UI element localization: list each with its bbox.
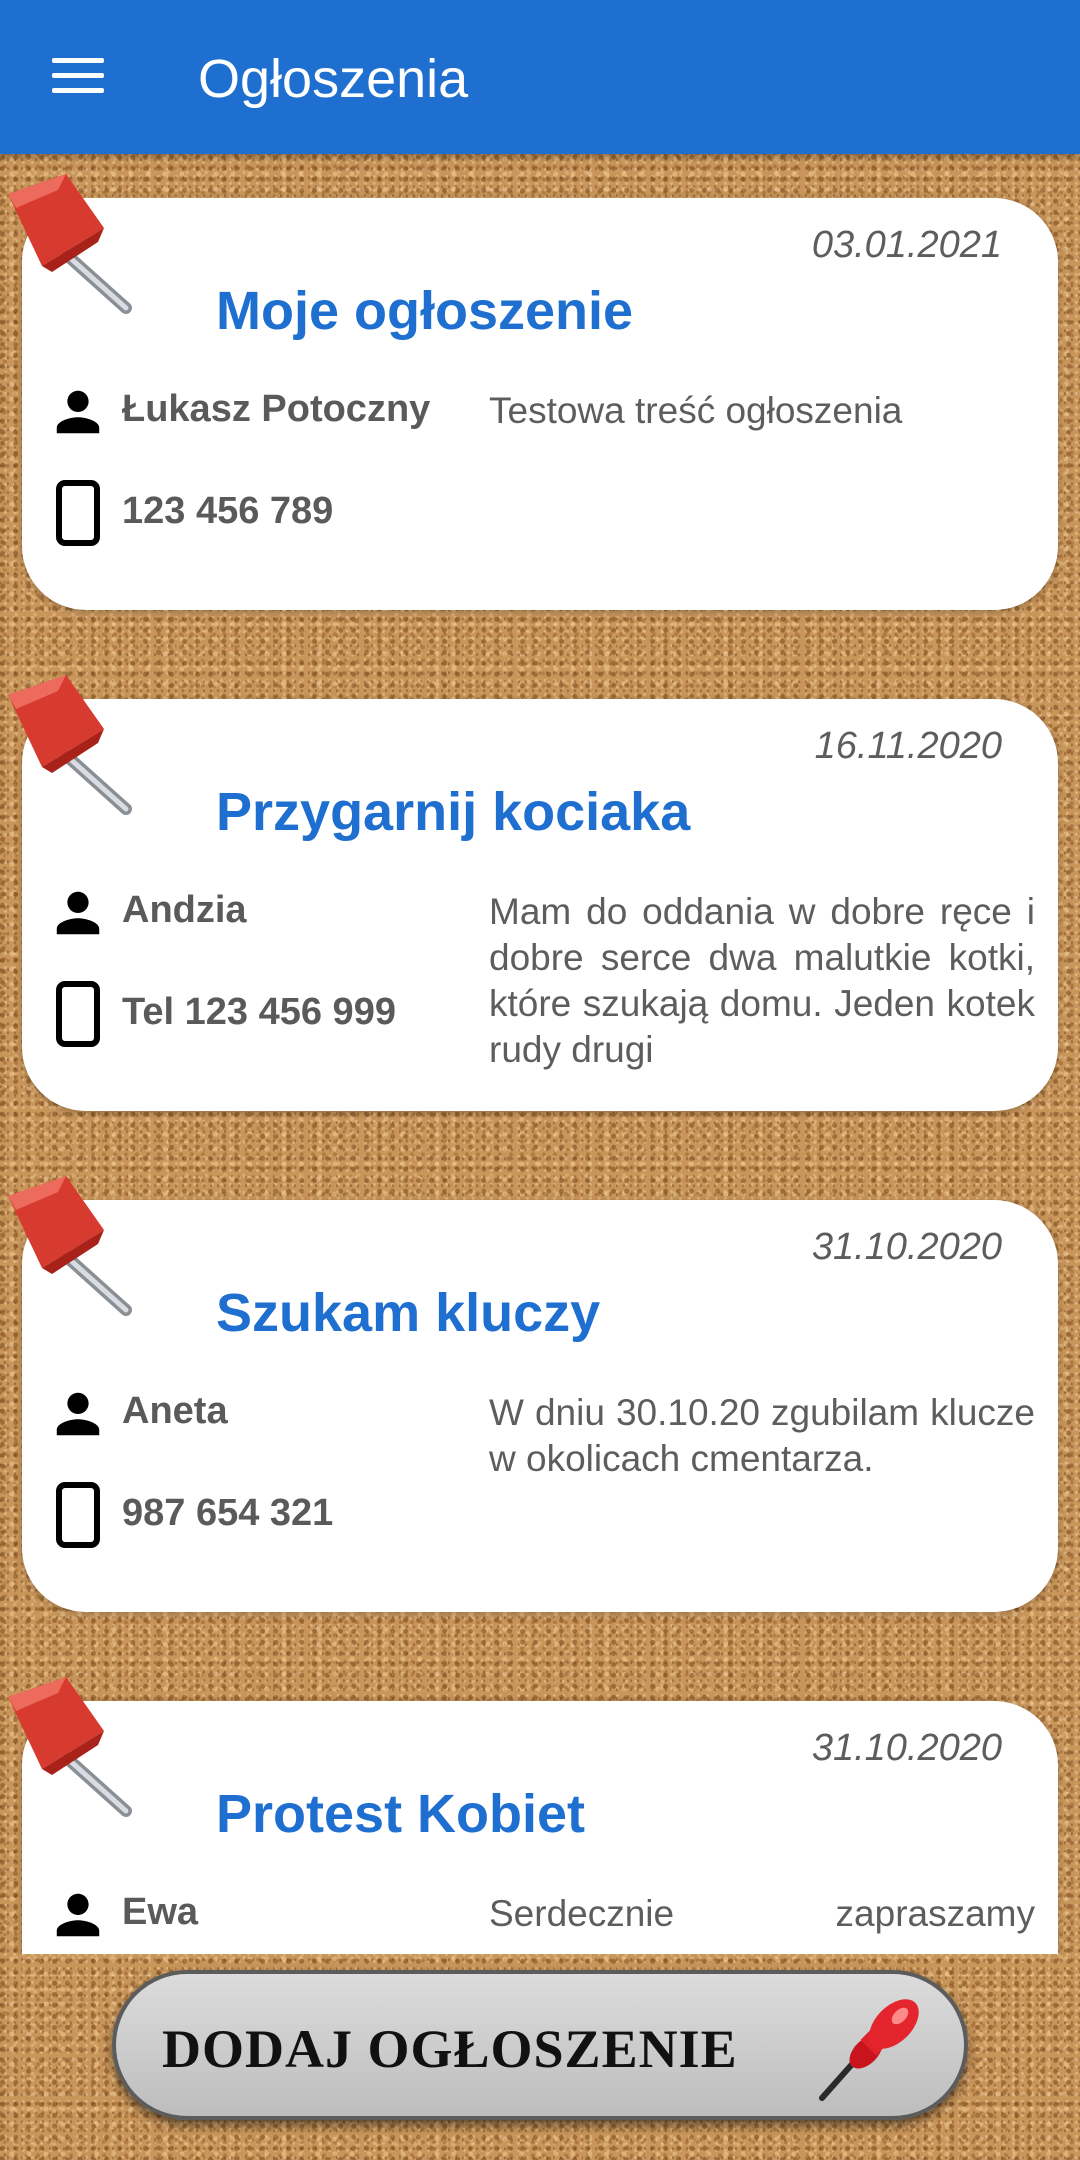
announcement-author: Aneta bbox=[122, 1390, 228, 1432]
announcement-card[interactable]: 31.10.2020 Protest Kobiet Ewa Serdecznie… bbox=[22, 1701, 1058, 1954]
app-bar: Ogłoszenia bbox=[0, 0, 1080, 154]
person-icon bbox=[56, 390, 100, 434]
page-title: Ogłoszenia bbox=[198, 49, 469, 109]
announcement-phone[interactable]: 123 456 789 bbox=[122, 490, 333, 533]
pushpin-icon bbox=[8, 174, 132, 314]
announcement-phone[interactable]: Tel 123 456 999 bbox=[122, 991, 396, 1034]
add-announcement-label: DODAJ OGŁOSZENIE bbox=[162, 2019, 738, 2079]
announcement-list[interactable]: 03.01.2021 Moje ogłoszenie Łukasz Potocz… bbox=[0, 154, 1080, 1954]
phone-icon bbox=[56, 480, 100, 546]
announcement-date: 31.10.2020 bbox=[811, 1727, 1002, 1769]
announcement-date: 03.01.2021 bbox=[811, 224, 1002, 266]
announcement-title: Szukam kluczy bbox=[216, 1283, 601, 1343]
announcement-title: Protest Kobiet bbox=[216, 1784, 586, 1844]
announcement-phone[interactable]: 987 654 321 bbox=[122, 1492, 333, 1535]
pushpin-icon bbox=[819, 1999, 919, 2101]
add-announcement-button[interactable]: DODAJ OGŁOSZENIE bbox=[112, 1970, 968, 2120]
hamburger-menu-icon[interactable] bbox=[40, 48, 112, 104]
announcement-card[interactable]: 31.10.2020 Szukam kluczy Aneta 987 654 3… bbox=[22, 1200, 1058, 1612]
phone-icon bbox=[56, 981, 100, 1047]
announcement-title: Moje ogłoszenie bbox=[216, 281, 634, 341]
announcement-date: 16.11.2020 bbox=[814, 725, 1002, 767]
announcement-content: W dniu 30.10.20 zgubilam klucze w okolic… bbox=[489, 1392, 1035, 1479]
announcement-date: 31.10.2020 bbox=[811, 1226, 1002, 1268]
announcement-content: Mam do oddania w dobre ręce i dobre serc… bbox=[489, 891, 1035, 1070]
announcement-author: Ewa bbox=[122, 1891, 199, 1933]
announcement-title: Przygarnij kociaka bbox=[216, 782, 691, 842]
pushpin-icon bbox=[8, 675, 132, 815]
announcement-author: Andzia bbox=[122, 889, 247, 931]
announcement-card[interactable]: 03.01.2021 Moje ogłoszenie Łukasz Potocz… bbox=[22, 198, 1058, 610]
announcement-content: Serdecznie zapraszamy bbox=[489, 1893, 1035, 1934]
phone-icon bbox=[56, 1482, 100, 1548]
person-icon bbox=[56, 891, 100, 935]
announcement-content: Testowa treść ogłoszenia bbox=[489, 390, 903, 431]
pushpin-icon bbox=[8, 1176, 132, 1316]
person-icon bbox=[56, 1893, 100, 1937]
person-icon bbox=[56, 1392, 100, 1436]
pushpin-icon bbox=[8, 1677, 132, 1817]
announcement-author: Łukasz Potoczny bbox=[122, 388, 431, 430]
announcement-card[interactable]: 16.11.2020 Przygarnij kociaka Andzia Tel… bbox=[22, 699, 1058, 1111]
